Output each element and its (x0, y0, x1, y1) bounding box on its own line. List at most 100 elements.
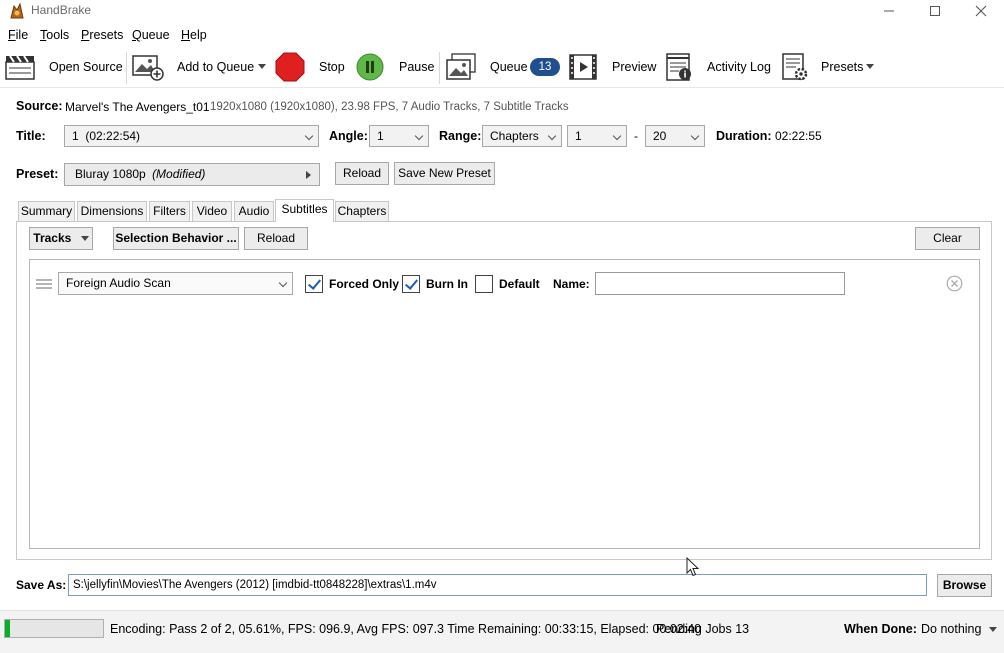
track-source-select[interactable]: Foreign Audio Scan (58, 272, 293, 295)
preset-select[interactable]: Bluray 1080p (Modified) (64, 163, 320, 186)
menu-tools[interactable]: Tools (40, 28, 69, 43)
range-type-select[interactable]: Chapters (482, 125, 562, 147)
tab-video[interactable]: Video (192, 201, 232, 221)
range-separator: - (634, 129, 638, 143)
chevron-down-icon (414, 131, 424, 141)
preset-label: Preset: (16, 167, 59, 181)
tab-filters[interactable]: Filters (149, 201, 190, 221)
chevron-down-icon (547, 131, 557, 141)
title-select[interactable]: 1 (02:22:54) (64, 125, 319, 147)
chevron-down-icon (304, 131, 314, 141)
menu-file[interactable]: File (8, 28, 28, 43)
chevron-down-icon (612, 131, 622, 141)
default-checkbox[interactable] (475, 275, 493, 293)
angle-select-value: 1 (377, 129, 384, 143)
minimize-icon (884, 10, 894, 12)
activity-log-icon[interactable]: i (665, 53, 693, 81)
svg-text:i: i (683, 71, 686, 81)
track-name-input[interactable] (595, 272, 845, 295)
save-new-preset-button[interactable]: Save New Preset (394, 162, 495, 185)
maximize-button[interactable] (912, 0, 958, 22)
chevron-right-icon (306, 171, 311, 179)
subtitles-reload-button[interactable]: Reload (244, 227, 308, 250)
maximize-icon (930, 6, 940, 16)
preset-reload-button[interactable]: Reload (335, 162, 389, 185)
tab-subtitles[interactable]: Subtitles (275, 199, 334, 222)
menu-presets[interactable]: Presets (81, 28, 123, 43)
add-to-queue-dropdown-icon[interactable] (258, 64, 266, 69)
tracks-label: Tracks (33, 231, 72, 245)
caret-down-icon (80, 236, 89, 242)
tab-dimensions[interactable]: Dimensions (77, 201, 147, 221)
close-window-button[interactable] (958, 0, 1004, 22)
source-details: 1920x1080 (1920x1080), 23.98 FPS, 7 Audi… (210, 101, 569, 113)
when-done-select[interactable]: Do nothing (921, 622, 997, 637)
track-source-value: Foreign Audio Scan (66, 276, 171, 290)
caret-down-icon (988, 627, 997, 633)
title-label: Title: (16, 129, 46, 143)
toolbar-separator (126, 52, 127, 84)
source-name: Marvel's The Avengers_t01 (65, 100, 210, 114)
track-name-label: Name: (553, 277, 590, 291)
clear-button[interactable]: Clear (915, 227, 980, 250)
preset-name: Bluray 1080p (75, 167, 146, 181)
chevron-down-icon (690, 131, 700, 141)
presets-icon[interactable] (781, 53, 809, 81)
preset-modified: (Modified) (152, 167, 206, 181)
stop-icon[interactable] (275, 52, 305, 82)
add-to-queue-button[interactable]: Add to Queue (177, 60, 254, 75)
mouse-cursor-icon (686, 557, 699, 577)
default-label: Default (499, 277, 540, 291)
range-label: Range: (439, 129, 482, 143)
encode-progress-bar (4, 619, 104, 638)
activity-log-button[interactable]: Activity Log (707, 60, 771, 75)
menu-help[interactable]: Help (181, 28, 207, 43)
range-start-value: 1 (575, 129, 582, 143)
range-start-select[interactable]: 1 (567, 125, 627, 147)
range-end-select[interactable]: 20 (645, 125, 705, 147)
pending-jobs-text: Pending Jobs 13 (656, 622, 750, 636)
when-done-value: Do nothing (921, 622, 982, 636)
presets-dropdown-icon[interactable] (866, 64, 874, 69)
range-end-value: 20 (653, 129, 667, 143)
tracks-button[interactable]: Tracks (29, 227, 93, 250)
burn-in-checkbox[interactable] (402, 275, 420, 293)
add-to-queue-icon[interactable] (132, 53, 164, 81)
forced-only-checkbox[interactable] (305, 275, 323, 293)
queue-button[interactable]: Queue (490, 60, 528, 75)
remove-track-icon[interactable] (946, 275, 963, 292)
forced-only-label: Forced Only (329, 277, 400, 291)
queue-count-badge: 13 (530, 58, 560, 76)
save-as-input[interactable]: S:\jellyfin\Movies\The Avengers (2012) [… (68, 574, 927, 596)
pause-button[interactable]: Pause (399, 60, 434, 75)
window-title: HandBrake (31, 3, 92, 17)
preview-button[interactable]: Preview (612, 60, 656, 75)
minimize-button[interactable] (866, 0, 912, 22)
tab-summary[interactable]: Summary (18, 201, 75, 221)
title-bar (0, 0, 1004, 22)
range-type-value: Chapters (490, 129, 539, 143)
burn-in-label: Burn In (426, 277, 468, 291)
save-as-label: Save As: (16, 578, 67, 592)
presets-button[interactable]: Presets (821, 60, 863, 75)
source-label: Source: (16, 99, 63, 113)
selection-behavior-button[interactable]: Selection Behavior ... (113, 227, 239, 250)
duration-label: Duration: (716, 129, 772, 143)
queue-icon[interactable] (445, 53, 477, 81)
preview-icon[interactable] (569, 54, 597, 80)
encoding-status-text: Encoding: Pass 2 of 2, 05.61%, FPS: 096.… (110, 622, 702, 636)
tab-chapters[interactable]: Chapters (335, 201, 389, 221)
duration-value: 02:22:55 (775, 129, 822, 143)
stop-button[interactable]: Stop (319, 60, 345, 75)
browse-button[interactable]: Browse (937, 574, 992, 597)
chevron-down-icon (278, 278, 288, 288)
clapperboard-icon[interactable] (5, 53, 35, 81)
open-source-button[interactable]: Open Source (49, 60, 123, 75)
menu-queue[interactable]: Queue (132, 28, 170, 43)
tab-audio[interactable]: Audio (234, 201, 274, 221)
subtitle-track-list (29, 259, 980, 549)
handbrake-logo-icon (8, 2, 26, 20)
angle-select[interactable]: 1 (369, 125, 429, 147)
pause-icon[interactable] (356, 53, 384, 81)
drag-handle-icon[interactable] (36, 277, 52, 291)
